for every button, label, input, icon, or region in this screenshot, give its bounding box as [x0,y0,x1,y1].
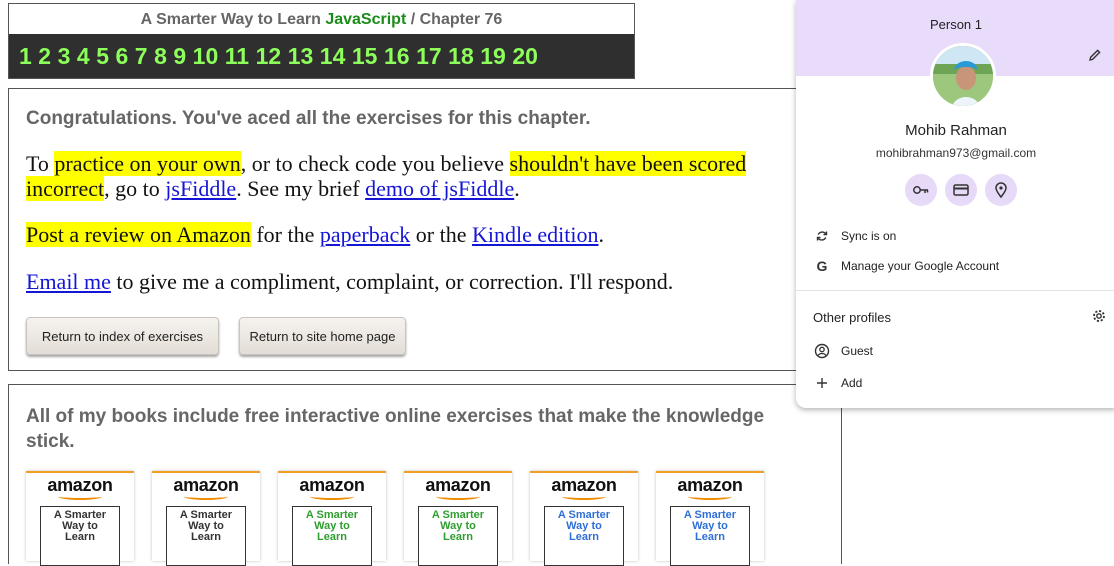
amazon-book-link[interactable]: amazon A Smarter Way to Learn [530,471,638,566]
exercise-number-link[interactable]: 17 [416,43,442,70]
exercise-number-link[interactable]: 1 [19,43,32,70]
text-span: . See my brief [236,176,366,201]
highlight-practice: practice on your own [54,151,241,176]
amazon-logo: amazon [551,475,617,495]
return-home-button[interactable]: Return to site home page [239,317,406,355]
practice-paragraph: To practice on your own, or to check cod… [26,151,816,201]
add-profile-row[interactable]: Add [796,368,1114,398]
exercise-number-link[interactable]: 20 [512,43,538,70]
exercise-number-link[interactable]: 6 [115,43,128,70]
payment-card-icon[interactable] [945,174,977,206]
exercise-number-link[interactable]: 13 [288,43,314,70]
manage-account-label: Manage your Google Account [841,259,1000,273]
exercise-number-link[interactable]: 14 [320,43,346,70]
exercise-number-link[interactable]: 16 [384,43,410,70]
congrats-panel: Congratulations. You've aced all the exe… [8,88,842,371]
google-g-icon: G [816,258,828,274]
amazon-book-link[interactable]: amazon A Smarter Way to Learn [26,471,134,566]
exercise-number-link[interactable]: 8 [154,43,167,70]
guest-icon [812,343,832,359]
highlight-review: Post a review on Amazon [26,222,251,247]
exercise-number-link[interactable]: 7 [135,43,148,70]
exercise-number-link[interactable]: 19 [480,43,506,70]
email-paragraph: Email me to give me a compliment, compla… [26,269,673,295]
title-prefix: A Smarter Way to Learn [140,11,321,28]
book-cover: A Smarter Way to Learn [418,506,498,566]
jsfiddle-link[interactable]: jsFiddle [165,176,236,201]
amazon-logo: amazon [47,475,113,495]
review-paragraph: Post a review on Amazon for the paperbac… [26,222,604,248]
text-span: to give me a compliment, complaint, or c… [110,269,674,294]
return-index-button[interactable]: Return to index of exercises [26,317,219,355]
books-heading: All of my books include free interactive… [26,406,765,452]
kindle-link[interactable]: Kindle edition [472,222,598,247]
amazon-logo: amazon [173,475,239,495]
title-brand: JavaScript [325,11,407,28]
exercise-number-link[interactable]: 10 [193,43,219,70]
profile-menu: Person 1 Mohib Rahman mohibrahman973@gma… [796,0,1114,408]
guest-label: Guest [841,344,874,358]
book-cover: A Smarter Way to Learn [40,506,120,566]
exercise-number-nav: 1 2 3 4 5 6 7 8 9 10 11 12 13 14 15 16 17 18 19 20 [9,34,634,78]
divider [796,290,1114,291]
book-cover: A Smarter Way to Learn [544,506,624,566]
exercise-number-link[interactable]: 4 [77,43,90,70]
avatar [930,43,996,109]
chapter-header: A Smarter Way to Learn JavaScript / Chap… [8,3,635,79]
manage-account-row[interactable]: G Manage your Google Account [796,251,1114,281]
exercise-number-link[interactable]: 3 [58,43,71,70]
exercise-number-link[interactable]: 15 [352,43,378,70]
exercise-number-link[interactable]: 11 [225,43,249,70]
amazon-book-link[interactable]: amazon A Smarter Way to Learn [152,471,260,566]
edit-pencil-icon[interactable] [1088,48,1102,67]
add-label: Add [841,376,863,390]
other-profiles-label: Other profiles [813,310,892,325]
text-span: . [598,222,604,247]
book-cover: A Smarter Way to Learn [166,506,246,566]
email-me-link[interactable]: Email me [26,269,111,294]
amazon-logo: amazon [299,475,365,495]
text-span: . [514,176,520,201]
user-email: mohibrahman973@gmail.com [875,146,1037,160]
text-span: for the [250,222,320,247]
guest-row[interactable]: Guest [796,336,1114,366]
location-pin-icon[interactable] [985,174,1017,206]
text-span: , go to [104,176,166,201]
exercise-number-link[interactable]: 9 [173,43,186,70]
jsfiddle-demo-link[interactable]: demo of jsFiddle [365,176,514,201]
book-title: A Smarter Way to Learn JavaScript / Chap… [9,4,634,35]
exercise-number-link[interactable]: 18 [448,43,474,70]
sync-icon [812,230,832,242]
amazon-book-link[interactable]: amazon A Smarter Way to Learn [278,471,386,566]
exercise-number-link[interactable]: 12 [256,43,282,70]
books-panel: All of my books include free interactive… [8,384,842,566]
sync-row[interactable]: Sync is on [796,221,1114,251]
amazon-book-link[interactable]: amazon A Smarter Way to Learn [404,471,512,566]
exercise-number-link[interactable]: 5 [96,43,109,70]
user-name: Mohib Rahman [905,122,1007,139]
exercise-number-link[interactable]: 2 [38,43,51,70]
gear-icon[interactable] [1092,309,1106,328]
plus-icon [812,377,832,389]
title-separator: / [410,11,416,28]
sync-label: Sync is on [841,229,897,243]
key-icon[interactable] [905,174,937,206]
text-span: To [26,151,55,176]
amazon-logo: amazon [425,475,491,495]
text-span: or the [410,222,472,247]
paperback-link[interactable]: paperback [320,222,410,247]
text-span: , or to check code you believe [240,151,510,176]
amazon-logo: amazon [677,475,743,495]
book-cover: A Smarter Way to Learn [292,506,372,566]
profile-name: Person 1 [929,17,983,32]
title-chapter: Chapter 76 [419,11,503,28]
amazon-book-link[interactable]: amazon A Smarter Way to Learn [656,471,764,566]
congrats-heading: Congratulations. You've aced all the exe… [26,108,591,129]
book-cover: A Smarter Way to Learn [670,506,750,566]
